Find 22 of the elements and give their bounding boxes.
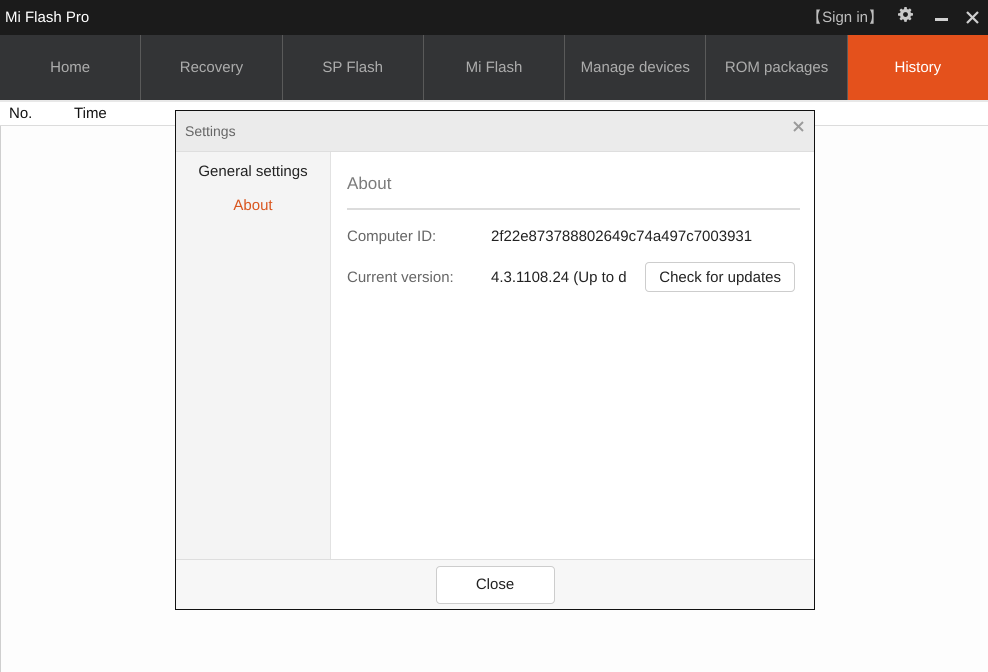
field-label: Computer ID:	[347, 228, 438, 244]
nav-tab[interactable]: Mi Flash	[424, 35, 566, 100]
column-header: No.	[9, 105, 34, 122]
nav-tab[interactable]: SP Flash	[282, 35, 424, 100]
sidebar-item[interactable]: General settings	[198, 155, 308, 189]
check-updates-button[interactable]: Check for updates	[645, 262, 795, 292]
section-title: About	[347, 172, 800, 210]
sign-in-link[interactable]: 【Sign in】	[807, 8, 883, 27]
nav-tab[interactable]: Manage devices	[565, 35, 706, 100]
dialog-title: Settings	[185, 123, 237, 139]
settings-icon[interactable]	[898, 7, 913, 22]
field-value: 2f22e873788802649c74a497c7003931	[491, 228, 752, 244]
field-value: 4.3.1108.24 (Up to d	[491, 268, 627, 286]
nav-tab[interactable]: History	[848, 35, 988, 100]
nav-tab[interactable]: Home	[0, 35, 142, 100]
window-title: Mi Flash Pro	[5, 9, 90, 26]
close-button[interactable]: Close	[436, 566, 554, 604]
column-header: Time	[74, 105, 107, 122]
nav-tab[interactable]: Recovery	[141, 35, 283, 100]
close-icon[interactable]	[966, 11, 979, 24]
field-label: Current version:	[347, 268, 455, 286]
sidebar-item[interactable]: About	[233, 189, 273, 223]
